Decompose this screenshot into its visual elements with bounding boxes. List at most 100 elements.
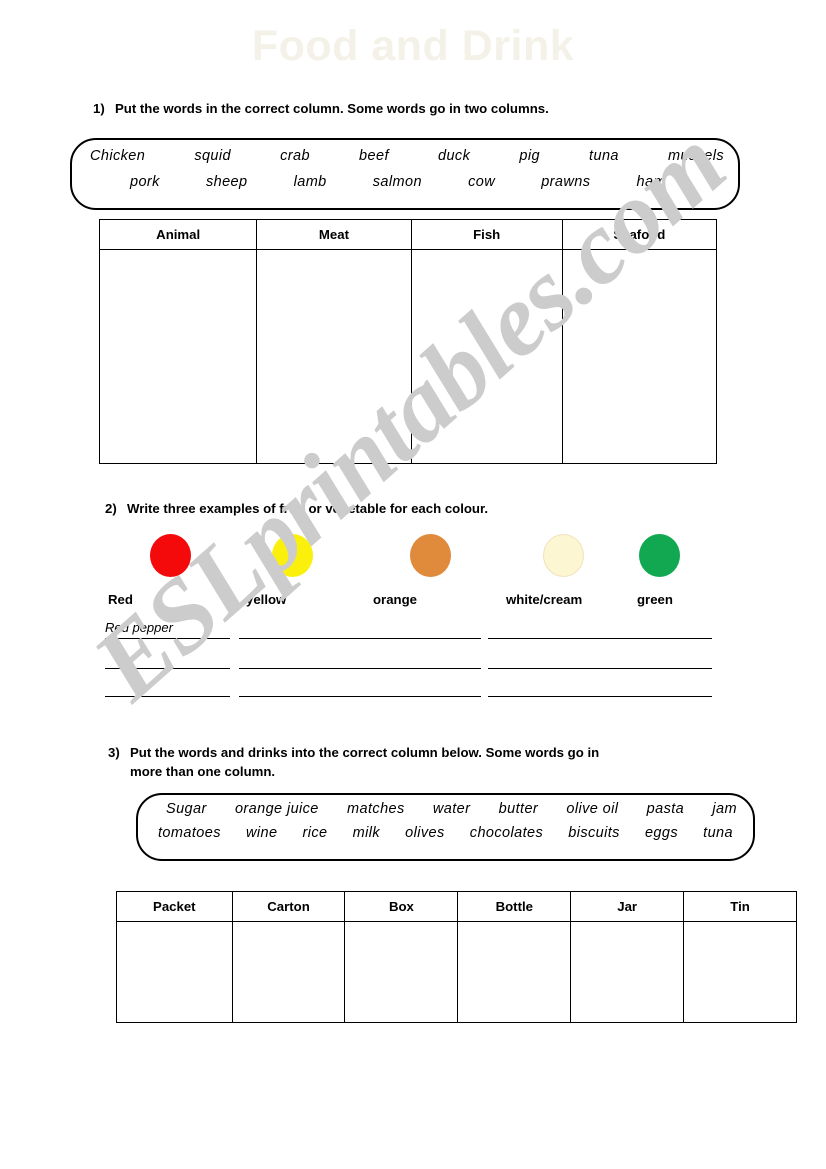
word-chip: cow xyxy=(468,174,496,190)
table-row xyxy=(116,921,797,1023)
word-chip: water xyxy=(432,801,471,817)
answer-line[interactable] xyxy=(105,696,230,697)
column-header-bottle: Bottle xyxy=(457,891,572,922)
word-chip: pork xyxy=(130,174,160,190)
word-bank-box-1: Chicken squid crab beef duck pig tuna mu… xyxy=(70,138,740,210)
word-chip: butter xyxy=(498,801,539,817)
word-chip: crab xyxy=(280,148,310,164)
word-bank-2-row-1: Sugar orange juice matches water butter … xyxy=(138,801,753,817)
answer-line[interactable] xyxy=(488,638,712,639)
word-chip: mussels xyxy=(668,148,724,164)
colour-dot-yellow xyxy=(272,534,313,577)
colour-label-green: green xyxy=(637,592,673,607)
word-chip: Sugar xyxy=(166,801,207,817)
column-header-box: Box xyxy=(344,891,459,922)
page-title: Food and Drink xyxy=(251,22,575,70)
sorting-table-1: Animal Meat Fish Seafood xyxy=(98,219,718,464)
sample-answer-text: Red pepper xyxy=(105,620,173,635)
exercise-1-number: 1) xyxy=(93,101,105,116)
colour-label-orange: orange xyxy=(373,592,417,607)
colour-dot-green xyxy=(639,534,680,577)
column-header-fish: Fish xyxy=(410,219,563,250)
worksheet-page: Food and Drink 1) Put the words in the co… xyxy=(0,0,826,1169)
answer-cell-tin[interactable] xyxy=(683,921,797,1023)
word-bank-1-row-1: Chicken squid crab beef duck pig tuna mu… xyxy=(72,148,738,164)
answer-line[interactable] xyxy=(239,668,481,669)
answer-cell-packet[interactable] xyxy=(116,921,233,1023)
table-header-row: Animal Meat Fish Seafood xyxy=(98,219,718,250)
table-row xyxy=(98,249,718,464)
word-chip: olives xyxy=(405,825,445,841)
word-chip: chocolates xyxy=(469,825,544,841)
exercise-3-instruction-line-1: Put the words and drinks into the correc… xyxy=(130,745,600,760)
word-chip: tomatoes xyxy=(158,825,221,841)
colour-item-green: green xyxy=(637,534,680,607)
word-chip: olive oil xyxy=(566,801,619,817)
word-chip: sheep xyxy=(205,174,248,190)
column-header-jar: Jar xyxy=(570,891,685,922)
colour-item-yellow: yellow xyxy=(246,534,313,607)
answer-line[interactable] xyxy=(105,668,230,669)
answer-line[interactable] xyxy=(239,696,481,697)
colour-item-orange: orange xyxy=(373,534,451,607)
column-header-animal: Animal xyxy=(98,219,258,250)
word-chip: pig xyxy=(519,148,540,164)
colour-label-white-cream: white/cream xyxy=(506,592,583,607)
word-chip: matches xyxy=(347,801,405,817)
word-chip: ham xyxy=(636,174,666,190)
colour-swatch-strip: Red yellow orange white/cream green xyxy=(0,534,826,614)
word-chip: eggs xyxy=(644,825,679,841)
answer-cell-bottle[interactable] xyxy=(457,921,572,1023)
word-chip: biscuits xyxy=(568,825,620,841)
colour-dot-orange xyxy=(410,534,451,577)
answer-line[interactable] xyxy=(488,696,712,697)
word-bank-box-2: Sugar orange juice matches water butter … xyxy=(136,793,755,861)
answer-cell-animal[interactable] xyxy=(98,249,258,464)
column-header-carton: Carton xyxy=(231,891,346,922)
exercise-3-instruction-line-2: more than one column. xyxy=(130,764,276,779)
colour-label-yellow: yellow xyxy=(246,592,287,607)
answer-cell-seafood[interactable] xyxy=(561,249,718,464)
exercise-2-number: 2) xyxy=(105,501,117,516)
colour-label-red: Red xyxy=(108,592,133,607)
word-chip: lamb xyxy=(293,174,327,190)
word-chip: wine xyxy=(245,825,278,841)
word-chip: tuna xyxy=(703,825,733,841)
word-bank-2-row-2: tomatoes wine rice milk olives chocolate… xyxy=(138,825,753,841)
table-header-row: Packet Carton Box Bottle Jar Tin xyxy=(116,891,797,922)
word-chip: Chicken xyxy=(90,148,146,164)
word-chip: tuna xyxy=(589,148,619,164)
answer-line[interactable] xyxy=(239,638,481,639)
word-chip: duck xyxy=(438,148,471,164)
word-chip: rice xyxy=(302,825,328,841)
word-chip: salmon xyxy=(372,174,422,190)
colour-dot-red xyxy=(150,534,191,577)
answer-cell-fish[interactable] xyxy=(410,249,563,464)
answer-line[interactable] xyxy=(105,638,230,639)
word-chip: squid xyxy=(194,148,231,164)
colour-item-white-cream: white/cream xyxy=(506,534,584,607)
column-header-meat: Meat xyxy=(256,219,412,250)
answer-line[interactable] xyxy=(488,668,712,669)
answer-cell-box[interactable] xyxy=(344,921,459,1023)
word-bank-1-row-2: pork sheep lamb salmon cow prawns ham xyxy=(72,174,738,190)
column-header-seafood: Seafood xyxy=(561,219,718,250)
exercise-3-number: 3) xyxy=(108,745,120,760)
exercise-2-instruction: 2) Write three examples of fruit or veget… xyxy=(105,499,488,518)
column-header-tin: Tin xyxy=(683,891,797,922)
answer-cell-carton[interactable] xyxy=(231,921,346,1023)
sorting-table-2: Packet Carton Box Bottle Jar Tin xyxy=(116,891,797,1023)
word-chip: prawns xyxy=(541,174,591,190)
colour-item-red: Red xyxy=(108,534,191,607)
colour-dot-white-cream xyxy=(543,534,584,577)
word-chip: beef xyxy=(359,148,389,164)
answer-cell-meat[interactable] xyxy=(256,249,412,464)
exercise-3-instruction: 3) Put the words and drinks into the corr… xyxy=(108,743,708,781)
exercise-1-instruction: 1) Put the words in the correct column. S… xyxy=(93,99,549,118)
word-chip: orange juice xyxy=(234,801,319,817)
column-header-packet: Packet xyxy=(116,891,233,922)
exercise-2-instruction-text: Write three examples of fruit or vegetab… xyxy=(127,501,489,516)
word-chip: milk xyxy=(352,825,381,841)
exercise-1-instruction-text: Put the words in the correct column. Som… xyxy=(115,101,549,116)
answer-cell-jar[interactable] xyxy=(570,921,685,1023)
